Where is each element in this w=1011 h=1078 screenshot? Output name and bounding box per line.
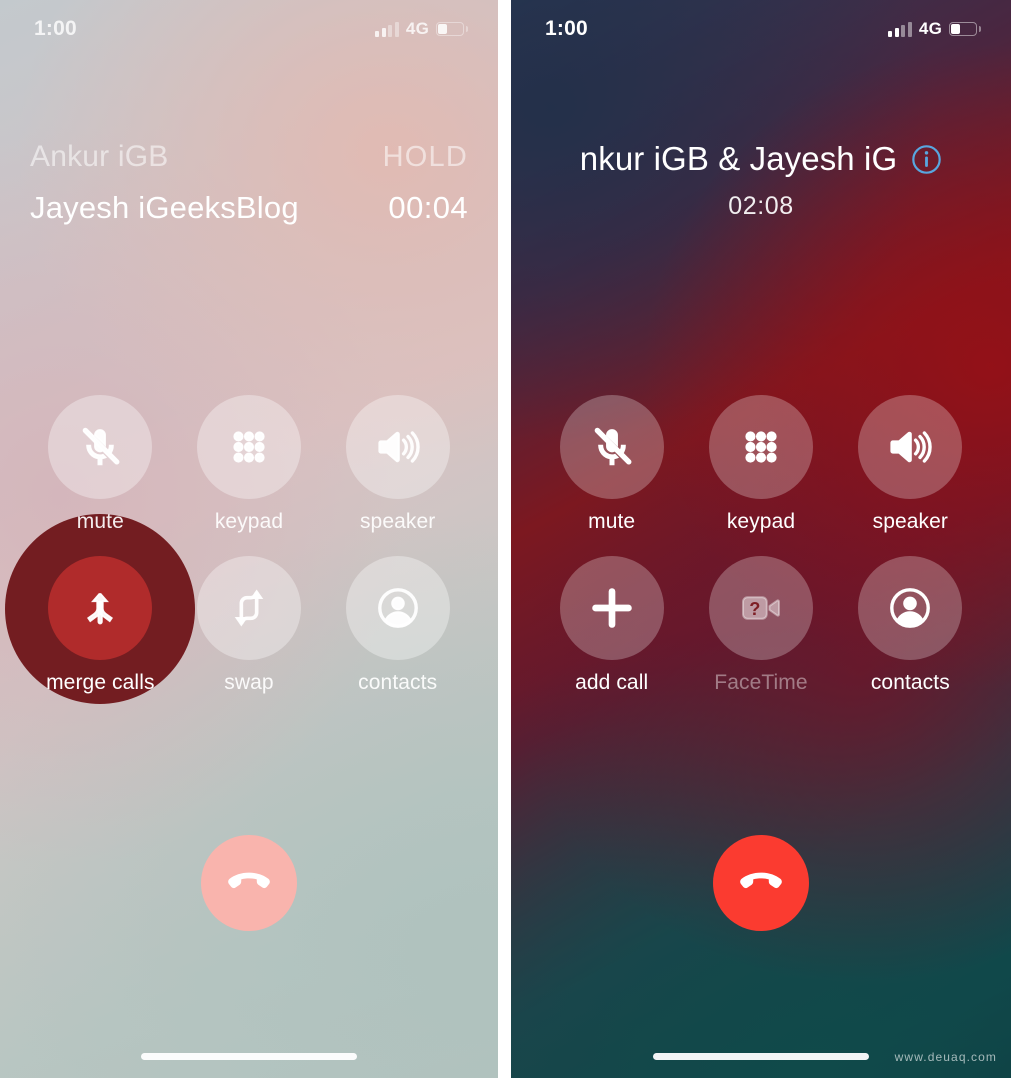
end-call-area-left: [201, 835, 297, 931]
call-button-label: FaceTime: [714, 671, 808, 694]
held-call-name: Ankur iGB: [30, 140, 169, 173]
call-button-label: contacts: [870, 671, 950, 694]
end-call-button[interactable]: [201, 835, 297, 931]
call-button-keypad[interactable]: keypad: [175, 395, 324, 534]
signal-bars-icon: [888, 21, 912, 37]
call-button-label: keypad: [214, 510, 284, 533]
battery-icon: [949, 22, 981, 36]
phone-screen-call-on-hold: 1:00 4G Ankur iGB HOLD Jayesh iGeeksBlog…: [0, 0, 498, 1078]
phone-screen-merged-call: 1:00 4G nkur iGB & Jayesh iG 02:08 mute …: [511, 0, 1011, 1078]
active-call-name: Jayesh iGeeksBlog: [30, 190, 299, 225]
speaker-button-circle[interactable]: [858, 395, 963, 499]
call-button-label: speaker: [872, 510, 949, 533]
active-call-row[interactable]: Jayesh iGeeksBlog 00:04: [30, 190, 468, 226]
phone-hangup-icon: [228, 872, 270, 889]
contacts-button-circle[interactable]: [858, 556, 963, 660]
home-indicator-bar[interactable]: [653, 1053, 869, 1060]
call-controls-grid-left: mute keypad speaker merge calls swap con…: [0, 395, 498, 704]
battery-icon: [436, 22, 468, 36]
swap-button-circle[interactable]: [196, 556, 301, 660]
call-button-speaker[interactable]: speaker: [323, 395, 472, 534]
call-button-swap[interactable]: swap: [175, 556, 324, 695]
merged-call-title: nkur iGB & Jayesh iG: [579, 140, 898, 177]
active-call-timer: 00:04: [388, 190, 468, 225]
call-button-mute[interactable]: mute: [537, 395, 686, 534]
call-button-label: mute: [76, 510, 124, 533]
call-button-label: mute: [588, 510, 636, 533]
end-call-area-right: [713, 835, 809, 931]
microphone-slash-icon: [594, 427, 632, 466]
plus-icon: [591, 588, 632, 628]
call-button-merge-calls[interactable]: merge calls: [5, 514, 196, 704]
call-button-label: contacts: [358, 671, 438, 694]
status-time: 1:00: [34, 17, 77, 40]
merge-calls-button-circle[interactable]: [48, 556, 153, 660]
add-call-button-circle[interactable]: [559, 556, 664, 660]
merged-call-timer: 02:08: [728, 192, 794, 220]
call-button-speaker[interactable]: speaker: [836, 395, 985, 534]
home-indicator-bar[interactable]: [141, 1053, 357, 1060]
contact-person-icon: [377, 588, 418, 628]
phone-hangup-icon: [740, 872, 782, 889]
facetime-button-circle[interactable]: ?: [708, 556, 813, 660]
contacts-button-circle[interactable]: [345, 556, 450, 660]
call-button-facetime[interactable]: ? FaceTime: [686, 556, 835, 695]
speaker-button-circle[interactable]: [345, 395, 450, 499]
keypad-button-circle[interactable]: [708, 395, 813, 499]
call-button-label: swap: [224, 671, 274, 694]
end-call-button[interactable]: [713, 835, 809, 931]
call-button-label: speaker: [359, 510, 436, 533]
swap-arrows-icon: [234, 589, 264, 627]
microphone-slash-icon: [82, 427, 120, 466]
call-controls-grid-right: mute keypad speaker add call ? FaceTime …: [511, 395, 1011, 695]
call-button-label: add call: [575, 671, 649, 694]
network-type-label: 4G: [405, 19, 429, 38]
info-circle-icon[interactable]: [911, 144, 942, 175]
svg-text:?: ?: [749, 599, 760, 619]
screenshot-stage: 1:00 4G Ankur iGB HOLD Jayesh iGeeksBlog…: [0, 0, 1011, 1078]
contact-person-icon: [890, 588, 931, 628]
speaker-waves-icon: [378, 431, 420, 463]
call-button-add-call[interactable]: add call: [537, 556, 686, 695]
call-button-label: merge calls: [46, 671, 155, 694]
call-button-label: keypad: [726, 510, 796, 533]
keypad-dots-icon: [233, 431, 265, 463]
status-bar-left: 1:00 4G: [0, 0, 498, 58]
call-button-contacts[interactable]: contacts: [323, 556, 472, 695]
call-button-mute[interactable]: mute: [26, 395, 175, 534]
network-type-label: 4G: [918, 19, 942, 38]
keypad-dots-icon: [745, 431, 777, 463]
mute-button-circle[interactable]: [559, 395, 664, 499]
mute-button-circle[interactable]: [48, 395, 153, 499]
held-call-row[interactable]: Ankur iGB HOLD: [30, 140, 468, 174]
call-button-contacts[interactable]: contacts: [836, 556, 985, 695]
speaker-waves-icon: [890, 431, 932, 463]
status-time: 1:00: [545, 17, 588, 40]
signal-bars-icon: [375, 21, 399, 37]
held-call-status: HOLD: [382, 141, 468, 173]
merge-arrow-icon: [87, 593, 114, 625]
video-camera-question-icon: ?: [742, 596, 780, 620]
call-header-left: Ankur iGB HOLD Jayesh iGeeksBlog 00:04: [0, 140, 498, 226]
call-header-right: nkur iGB & Jayesh iG 02:08: [511, 140, 1011, 221]
site-watermark: www.deuaq.com: [894, 1050, 997, 1064]
status-bar-right: 1:00 4G: [511, 0, 1011, 58]
keypad-button-circle[interactable]: [196, 395, 301, 499]
call-button-keypad[interactable]: keypad: [686, 395, 835, 534]
